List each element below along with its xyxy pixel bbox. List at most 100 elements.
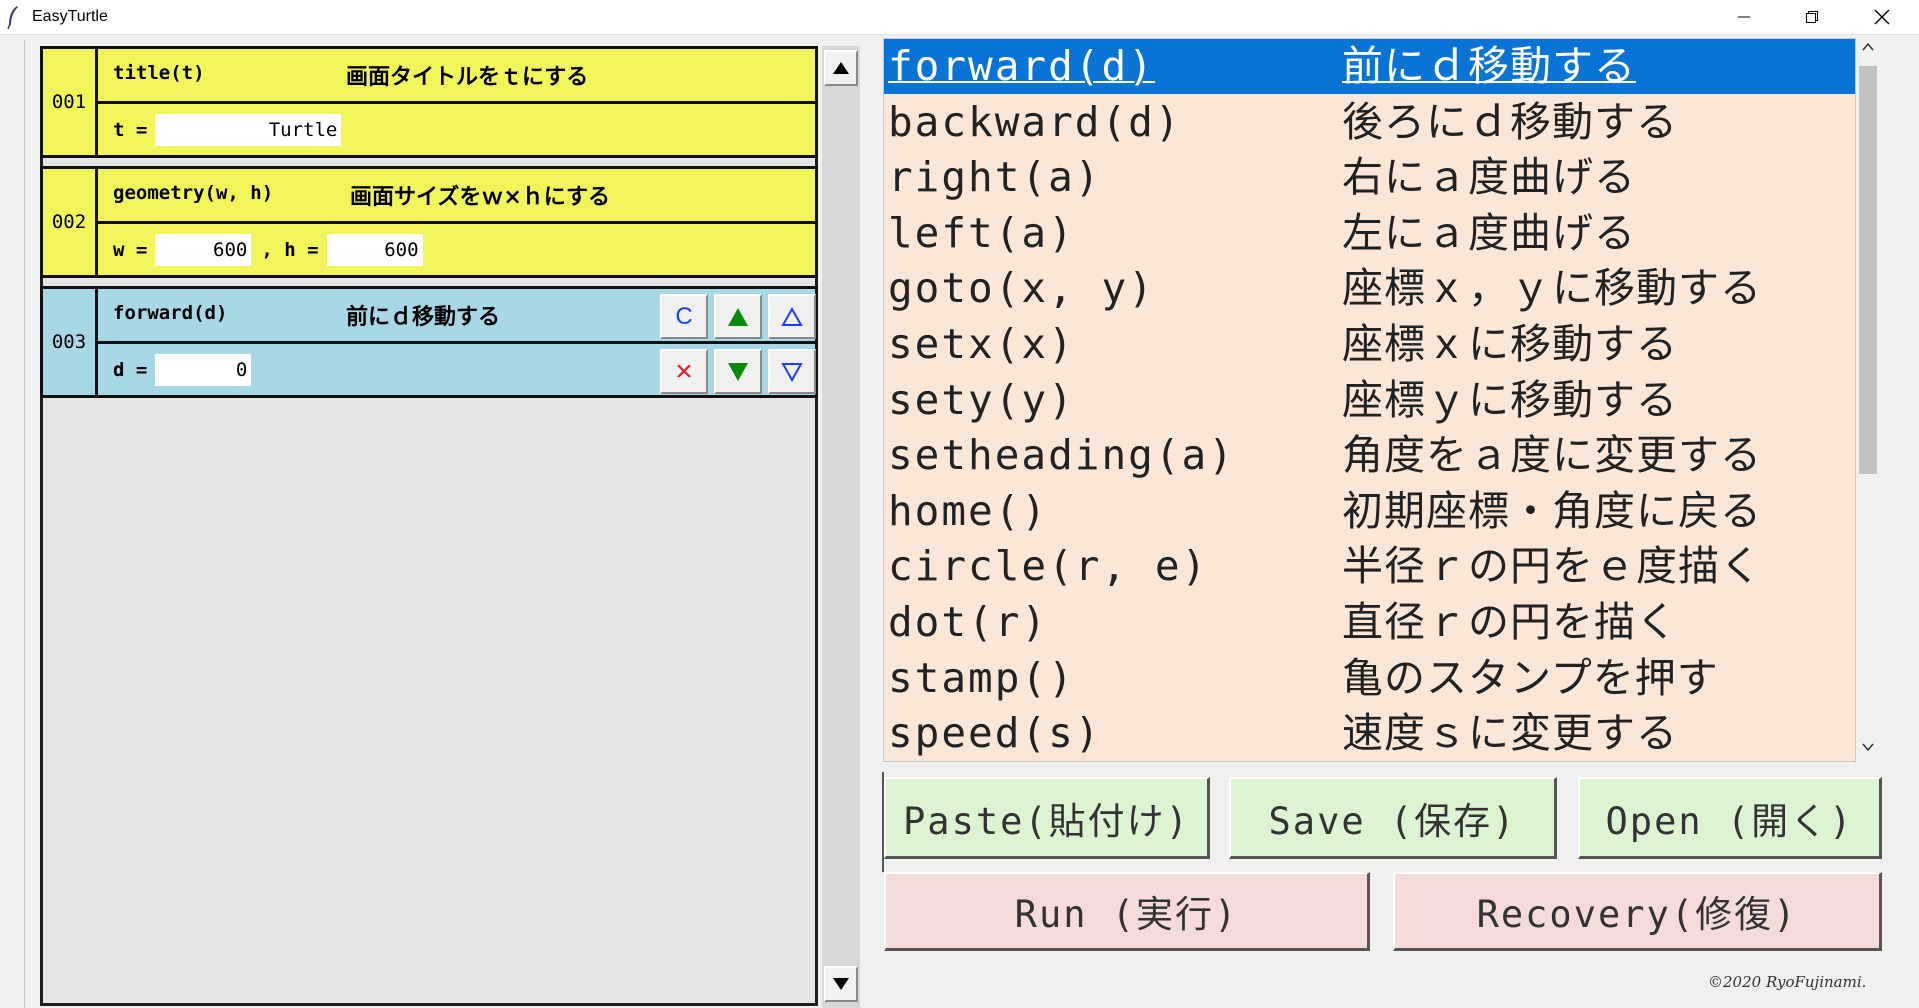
insert-below-button[interactable] (768, 349, 816, 394)
block-params: d = (113, 347, 252, 393)
copyright-notice: ©2020 RyoFujinami. (1708, 973, 1867, 991)
command-description: 左にａ度曲げる (1342, 208, 1636, 257)
block-header: title(t) 画面タイトルをｔにする (98, 49, 815, 104)
scroll-up-button[interactable] (824, 50, 858, 86)
command-list-item[interactable]: setx(x) 座標ｘに移動する (884, 317, 1855, 372)
command-list-item[interactable]: sety(y) 座標ｙに移動する (884, 373, 1855, 428)
command-list-item[interactable]: backward(d) 後ろにｄ移動する (884, 95, 1855, 150)
param-label: , h = (261, 239, 319, 261)
command-list-item[interactable]: stamp() 亀のスタンプを押す (884, 651, 1855, 706)
program-block[interactable]: 003 forward(d) 前にｄ移動する d = C × (40, 286, 818, 398)
recovery-label: Recovery(修復) (1476, 893, 1798, 936)
command-description: 後ろにｄ移動する (1342, 97, 1678, 146)
minimize-icon (1738, 16, 1750, 18)
title-input[interactable] (155, 114, 342, 146)
command-name: backward(d) (888, 97, 1182, 146)
command-name: left(a) (888, 208, 1075, 257)
save-label: Save (保存) (1268, 799, 1517, 843)
command-description: 角度をａ度に変更する (1342, 431, 1762, 480)
editor-scrollbar[interactable] (822, 46, 860, 1008)
block-command: geometry(w, h) (113, 182, 274, 204)
scroll-down-button[interactable] (824, 966, 858, 1002)
command-name: dot(r) (888, 598, 1049, 646)
command-description: 亀のスタンプを押す (1342, 653, 1719, 702)
open-label: Open (開く) (1605, 799, 1854, 843)
command-list-item[interactable]: dot(r) 直径ｒの円を描く (884, 595, 1855, 650)
block-number: 003 (43, 289, 98, 395)
close-icon (1874, 9, 1890, 25)
command-name: setx(x) (888, 320, 1075, 368)
restore-button[interactable] (1782, 0, 1842, 34)
command-list-scrollbar[interactable] (1856, 38, 1880, 762)
chevron-down-icon (1862, 743, 1874, 752)
minimize-button[interactable] (1714, 0, 1774, 34)
close-button[interactable] (1852, 0, 1912, 34)
block-header: geometry(w, h) 画面サイズをｗ×ｈにする (98, 169, 815, 224)
param-label: w = (113, 239, 148, 261)
paste-label: Paste(貼付け) (903, 799, 1190, 843)
recovery-button[interactable]: Recovery(修復) (1393, 872, 1882, 951)
move-down-button[interactable] (714, 349, 762, 394)
run-button[interactable]: Run (実行) (884, 872, 1370, 951)
delete-button[interactable]: × (660, 349, 708, 394)
block-params: w = , h = (113, 227, 423, 273)
command-description: 前にｄ移動する (1342, 42, 1636, 90)
command-description: 初期座標・角度に戻る (1342, 486, 1762, 535)
command-name: speed(s) (888, 709, 1102, 758)
copy-button[interactable]: C (660, 294, 708, 339)
command-list-item[interactable]: setheading(a) 角度をａ度に変更する (884, 428, 1855, 483)
command-name: setheading(a) (888, 431, 1235, 480)
block-number: 002 (43, 169, 98, 275)
up-arrow-icon (833, 62, 849, 74)
block-description: 画面サイズをｗ×ｈにする (350, 185, 610, 210)
command-name: forward(d) (888, 42, 1155, 90)
feather-icon (7, 6, 18, 29)
run-label: Run (実行) (1014, 893, 1239, 936)
filled-down-triangle-icon (728, 362, 748, 381)
height-input[interactable] (326, 234, 423, 266)
window-title: EasyTurtle (32, 8, 108, 25)
program-block[interactable]: 001 title(t) 画面タイトルをｔにする t = (40, 46, 818, 158)
insert-above-button[interactable] (768, 294, 816, 339)
delete-label: × (675, 354, 693, 388)
command-description: 座標ｙに移動する (1342, 375, 1678, 424)
block-description: 前にｄ移動する (346, 305, 501, 330)
command-name: home() (888, 486, 1049, 535)
distance-input[interactable] (155, 354, 252, 386)
block-command: forward(d) (113, 302, 228, 324)
block-number: 001 (43, 49, 98, 155)
command-name: goto(x, y) (888, 264, 1155, 313)
command-list-item[interactable]: forward(d) 前にｄ移動する (884, 39, 1855, 94)
command-list-item[interactable]: right(a) 右にａ度曲げる (884, 150, 1855, 205)
command-list-item[interactable]: speed(s) 速度ｓに変更する (884, 706, 1855, 761)
title-bar: EasyTurtle (0, 0, 1919, 35)
block-description: 画面タイトルをｔにする (346, 65, 589, 90)
command-description: 座標ｘ，ｙに移動する (1342, 264, 1762, 313)
scroll-thumb[interactable] (1859, 66, 1877, 474)
command-description: 右にａ度曲げる (1342, 153, 1636, 202)
open-button[interactable]: Open (開く) (1578, 777, 1882, 859)
restore-icon (1806, 11, 1818, 23)
outline-down-triangle-icon (781, 362, 803, 382)
copy-label: C (675, 302, 693, 330)
paste-button[interactable]: Paste(貼付け) (884, 777, 1210, 859)
program-block[interactable]: 002 geometry(w, h) 画面サイズをｗ×ｈにする w = , h … (40, 166, 818, 278)
move-up-button[interactable] (714, 294, 762, 339)
command-list-item[interactable]: home() 初期座標・角度に戻る (884, 484, 1855, 539)
command-description: 速度ｓに変更する (1342, 709, 1678, 758)
command-name: stamp() (888, 653, 1075, 702)
save-button[interactable]: Save (保存) (1229, 777, 1557, 859)
outline-up-triangle-icon (781, 306, 803, 326)
width-input[interactable] (155, 234, 252, 266)
down-arrow-icon (833, 978, 849, 990)
command-list-item[interactable]: left(a) 左にａ度曲げる (884, 206, 1855, 261)
block-params: t = (113, 107, 342, 153)
param-label: t = (113, 119, 148, 141)
param-label: d = (113, 359, 148, 381)
command-list-item[interactable]: circle(r, e) 半径ｒの円をｅ度描く (884, 539, 1855, 594)
command-listbox[interactable]: forward(d) 前にｄ移動する backward(d) 後ろにｄ移動する righ… (883, 38, 1856, 762)
command-description: 座標ｘに移動する (1342, 320, 1678, 368)
command-list-item[interactable]: goto(x, y) 座標ｘ，ｙに移動する (884, 261, 1855, 316)
block-command: title(t) (113, 62, 205, 84)
command-name: sety(y) (888, 375, 1075, 424)
